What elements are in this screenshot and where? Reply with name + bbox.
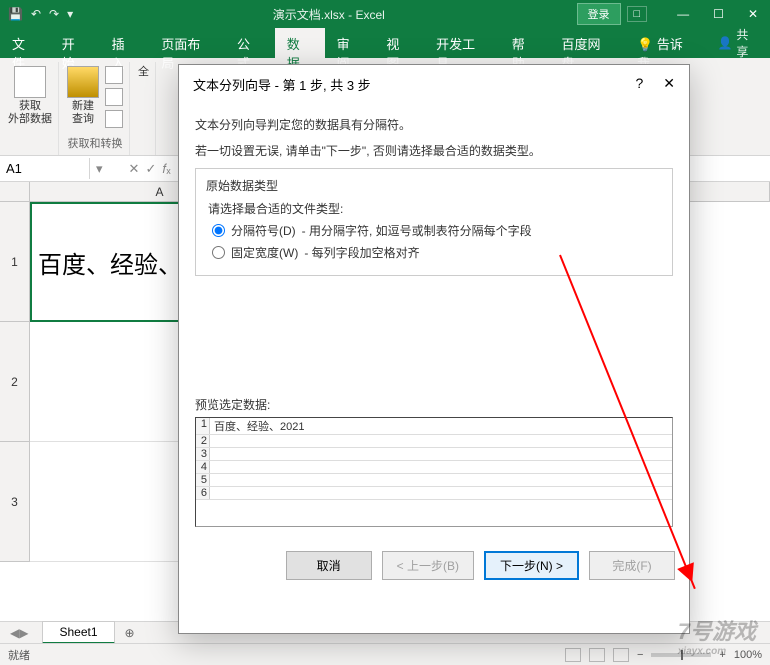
tab-page-layout[interactable]: 页面布局 xyxy=(149,28,225,58)
tab-tellme[interactable]: 💡 告诉我 xyxy=(625,28,707,58)
dialog-help-icon[interactable]: ? xyxy=(635,75,643,94)
select-all-corner[interactable] xyxy=(0,182,30,201)
login-button[interactable]: 登录 xyxy=(577,3,621,25)
minimize-icon[interactable]: — xyxy=(665,0,701,28)
fixed-width-label: 固定宽度(W) xyxy=(231,244,298,261)
dialog-close-icon[interactable]: ✕ xyxy=(663,75,675,94)
fx-icon[interactable]: 𝑓ₓ xyxy=(162,161,170,177)
original-data-type-fieldset: 原始数据类型 请选择最合适的文件类型: 分隔符号(D) - 用分隔字符, 如逗号… xyxy=(195,168,673,276)
window-title: 演示文档.xlsx - Excel xyxy=(81,6,576,23)
refresh-all-button[interactable]: 全 xyxy=(138,66,149,79)
share-button[interactable]: 👤 共享 xyxy=(707,28,770,58)
close-icon[interactable]: ✕ xyxy=(736,0,770,28)
sheet-tab-sheet1[interactable]: Sheet1 xyxy=(42,621,114,644)
ribbon-group-label: 获取和转换 xyxy=(68,135,123,155)
delimited-desc: - 用分隔字符, 如逗号或制表符分隔每个字段 xyxy=(302,222,532,239)
watermark: 7号游戏 xiayx.com xyxy=(678,614,756,657)
maximize-icon[interactable]: ☐ xyxy=(701,0,736,28)
database-icon xyxy=(14,66,46,98)
enter-formula-icon[interactable]: ✓ xyxy=(145,161,156,177)
redo-icon[interactable]: ↷ xyxy=(49,7,59,21)
qat-customize-icon[interactable]: ▾ xyxy=(67,7,73,21)
tab-view[interactable]: 视图 xyxy=(374,28,424,58)
tab-baidu[interactable]: 百度网盘 xyxy=(550,28,626,58)
tab-developer[interactable]: 开发工具 xyxy=(424,28,500,58)
dialog-title: 文本分列向导 - 第 1 步, 共 3 步 xyxy=(193,75,371,94)
new-sheet-icon[interactable]: ⊕ xyxy=(115,623,145,643)
cancel-button[interactable]: 取消 xyxy=(286,551,372,580)
tab-nav-prev-icon[interactable]: ◀ xyxy=(10,626,19,640)
zoom-out-icon[interactable]: − xyxy=(637,649,643,661)
tab-nav-next-icon[interactable]: ▶ xyxy=(19,626,28,640)
fixed-width-desc: - 每列字段加空格对齐 xyxy=(304,244,419,261)
save-icon[interactable]: 💾 xyxy=(8,7,23,21)
dialog-desc-1: 文本分列向导判定您的数据具有分隔符。 xyxy=(195,116,673,134)
ribbon-group-external-data: 获取 外部数据 xyxy=(2,62,59,155)
show-queries-icon[interactable] xyxy=(105,66,123,84)
row-header-2[interactable]: 2 xyxy=(0,322,30,442)
tab-review[interactable]: 审阅 xyxy=(325,28,375,58)
fixed-width-radio[interactable] xyxy=(212,246,225,259)
text-to-columns-wizard-dialog: 文本分列向导 - 第 1 步, 共 3 步 ? ✕ 文本分列向导判定您的数据具有… xyxy=(178,64,690,634)
ribbon-display-options[interactable]: □ xyxy=(627,6,648,22)
delimited-radio[interactable] xyxy=(212,224,225,237)
ribbon-tabs: 文件 开始 插入 页面布局 公式 数据 审阅 视图 开发工具 帮助 百度网盘 💡… xyxy=(0,28,770,58)
tab-formulas[interactable]: 公式 xyxy=(225,28,275,58)
normal-view-icon[interactable] xyxy=(565,648,581,662)
preview-label: 预览选定数据: xyxy=(195,396,673,413)
ribbon-group-get-transform: 新建 查询 获取和转换 xyxy=(61,62,130,155)
new-query-button[interactable]: 新建 查询 xyxy=(67,66,99,126)
tab-help[interactable]: 帮助 xyxy=(500,28,550,58)
row-header-1[interactable]: 1 xyxy=(0,202,30,322)
data-preview[interactable]: 1百度、经验、2021 2 3 4 5 6 xyxy=(195,417,673,527)
quick-access-toolbar: 💾 ↶ ↷ ▾ xyxy=(0,7,81,21)
row-header-3[interactable]: 3 xyxy=(0,442,30,562)
dialog-buttons: 取消 < 上一步(B) 下一步(N) > 完成(F) xyxy=(179,539,689,592)
tab-data[interactable]: 数据 xyxy=(275,28,325,58)
from-table-icon[interactable] xyxy=(105,88,123,106)
tab-home[interactable]: 开始 xyxy=(50,28,100,58)
status-bar: 就绪 − + 100% xyxy=(0,643,770,665)
namebox-dropdown-icon[interactable]: ▾ xyxy=(96,161,103,177)
back-button[interactable]: < 上一步(B) xyxy=(382,551,474,580)
fieldset-legend: 原始数据类型 xyxy=(202,177,282,194)
ribbon-group-partial: 全 xyxy=(132,62,156,155)
tab-insert[interactable]: 插入 xyxy=(100,28,150,58)
next-button[interactable]: 下一步(N) > xyxy=(484,551,579,580)
name-box[interactable] xyxy=(0,158,90,179)
dialog-titlebar[interactable]: 文本分列向导 - 第 1 步, 共 3 步 ? ✕ xyxy=(179,65,689,102)
page-layout-view-icon[interactable] xyxy=(589,648,605,662)
page-break-view-icon[interactable] xyxy=(613,648,629,662)
get-external-data-button[interactable]: 获取 外部数据 xyxy=(8,66,52,126)
choose-type-label: 请选择最合适的文件类型: xyxy=(208,200,660,217)
finish-button[interactable]: 完成(F) xyxy=(589,551,675,580)
delimited-label: 分隔符号(D) xyxy=(231,222,296,239)
query-icon xyxy=(67,66,99,98)
status-ready: 就绪 xyxy=(8,647,30,663)
undo-icon[interactable]: ↶ xyxy=(31,7,41,21)
tab-file[interactable]: 文件 xyxy=(0,28,50,58)
dialog-desc-2: 若一切设置无误, 请单击"下一步", 否则请选择最合适的数据类型。 xyxy=(195,142,673,160)
recent-sources-icon[interactable] xyxy=(105,110,123,128)
titlebar: 💾 ↶ ↷ ▾ 演示文档.xlsx - Excel 登录 □ — ☐ ✕ xyxy=(0,0,770,28)
cancel-formula-icon[interactable]: ✕ xyxy=(129,161,140,177)
